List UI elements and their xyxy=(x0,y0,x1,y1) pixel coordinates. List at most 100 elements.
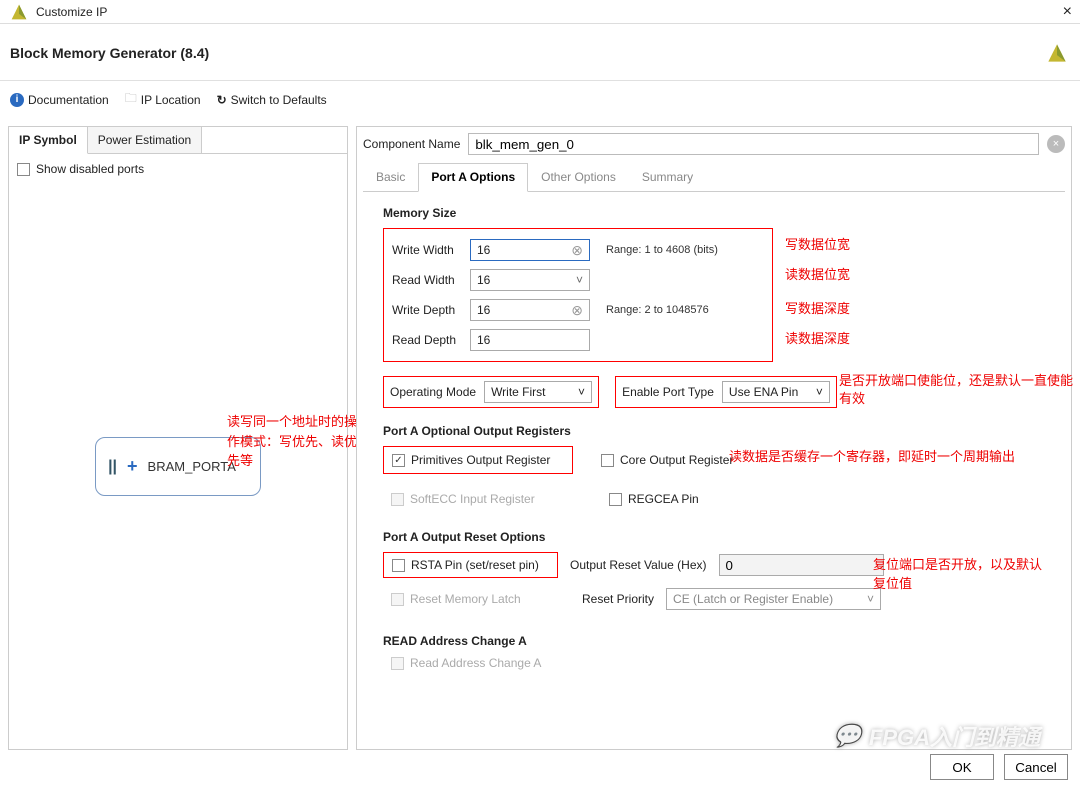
cancel-button[interactable]: Cancel xyxy=(1004,754,1068,780)
operating-mode-label: Operating Mode xyxy=(390,385,476,399)
annotation-write-width: 写数据位宽 xyxy=(785,234,850,253)
wechat-icon: 💬 xyxy=(833,723,860,749)
main: IP Symbol Power Estimation Show disabled… xyxy=(0,118,1080,758)
chevron-down-icon: ˅ xyxy=(867,592,874,606)
core-label: Core Output Register xyxy=(620,453,733,467)
tab-content: Memory Size Write Width 16⊗ Range: 1 to … xyxy=(363,192,1065,692)
left-panel: IP Symbol Power Estimation Show disabled… xyxy=(8,126,348,750)
annotation-opmode: 读写同一个地址时的操作模式：写优先、读优先等 xyxy=(227,412,357,471)
watermark: 💬 FPGA入门到精通 xyxy=(833,720,1040,752)
titlebar: Customize IP × xyxy=(0,0,1080,24)
ip-location-label: IP Location xyxy=(141,93,201,107)
read-depth-row: Read Depth 16 xyxy=(392,329,764,351)
write-width-label: Write Width xyxy=(392,243,462,257)
show-disabled-row: Show disabled ports xyxy=(9,154,347,184)
page-title: Block Memory Generator (8.4) xyxy=(10,45,209,61)
read-addr-label: Read Address Change A xyxy=(410,656,541,670)
reset-memory-latch-row: Reset Memory Latch xyxy=(383,592,570,606)
operating-mode-row: Operating Mode Write First˅ Enable Port … xyxy=(383,376,1045,408)
vendor-logo-icon xyxy=(1044,40,1070,66)
component-name-label: Component Name xyxy=(363,137,460,151)
optional-output-registers: Port A Optional Output Registers Primiti… xyxy=(383,424,1045,514)
app-logo-icon xyxy=(8,1,30,23)
read-width-select[interactable]: 16 xyxy=(470,269,590,291)
annotation-read-depth: 读数据深度 xyxy=(785,328,850,347)
read-depth-label: Read Depth xyxy=(392,333,462,347)
read-depth-input[interactable]: 16 xyxy=(470,329,590,351)
annotation-optreg: 读数据是否缓存一个寄存器，即延时一个周期输出 xyxy=(729,446,1015,465)
clear-icon[interactable]: × xyxy=(1047,135,1065,153)
clear-icon[interactable]: ⊗ xyxy=(571,242,583,259)
primitives-checkbox[interactable] xyxy=(392,454,405,467)
write-width-input[interactable]: 16⊗ xyxy=(470,239,590,261)
reset-priority-label: Reset Priority xyxy=(582,592,654,606)
port-lines-icon: || xyxy=(108,458,117,476)
ip-location-link[interactable]: 🗀 IP Location xyxy=(125,89,201,110)
info-icon: i xyxy=(10,93,24,107)
write-width-range: Range: 1 to 4608 (bits) xyxy=(606,244,718,256)
regcea-checkbox[interactable] xyxy=(609,493,622,506)
read-width-row: Read Width 16 xyxy=(392,269,764,291)
orv-input[interactable] xyxy=(719,554,884,576)
switch-defaults-label: Switch to Defaults xyxy=(231,93,327,107)
rml-label: Reset Memory Latch xyxy=(410,592,521,606)
read-addr-title: READ Address Change A xyxy=(383,634,1045,648)
reload-icon: ↻ xyxy=(217,93,227,107)
tab-basic[interactable]: Basic xyxy=(363,163,418,191)
bram-label: BRAM_PORTA xyxy=(148,459,236,474)
right-panel: Component Name × Basic Port A Options Ot… xyxy=(356,126,1072,750)
documentation-label: Documentation xyxy=(28,93,109,107)
tab-power-estimation[interactable]: Power Estimation xyxy=(88,127,202,153)
enable-port-label: Enable Port Type xyxy=(622,385,714,399)
footer-buttons: OK Cancel xyxy=(930,754,1068,780)
orv-label: Output Reset Value (Hex) xyxy=(570,558,707,572)
write-depth-range: Range: 2 to 1048576 xyxy=(606,304,709,316)
left-tabs: IP Symbol Power Estimation xyxy=(9,127,347,154)
switch-defaults-link[interactable]: ↻ Switch to Defaults xyxy=(217,89,327,110)
write-depth-label: Write Depth xyxy=(392,303,462,317)
tab-summary[interactable]: Summary xyxy=(629,163,706,191)
operating-mode-group: Operating Mode Write First˅ xyxy=(383,376,599,408)
rsta-row: RSTA Pin (set/reset pin) xyxy=(383,552,558,578)
annotation-enable: 是否开放端口使能位，还是默认一直使能有效 xyxy=(839,372,1079,408)
operating-mode-select[interactable]: Write First˅ xyxy=(484,381,592,403)
show-disabled-label: Show disabled ports xyxy=(36,162,144,176)
primitives-out-reg-row: Primitives Output Register xyxy=(383,446,573,474)
reset-opt-title: Port A Output Reset Options xyxy=(383,530,1045,544)
clear-icon[interactable]: ⊗ xyxy=(571,302,583,319)
chevron-down-icon: ˅ xyxy=(578,385,585,399)
write-depth-input[interactable]: 16⊗ xyxy=(470,299,590,321)
write-width-row: Write Width 16⊗ Range: 1 to 4608 (bits) xyxy=(392,239,764,261)
memory-size-title: Memory Size xyxy=(383,206,1045,220)
enable-port-group: Enable Port Type Use ENA Pin˅ xyxy=(615,376,837,408)
component-name-row: Component Name × xyxy=(363,133,1065,155)
right-tabs: Basic Port A Options Other Options Summa… xyxy=(363,163,1065,192)
watermark-text: FPGA入门到精通 xyxy=(869,720,1040,752)
rsta-checkbox[interactable] xyxy=(392,559,405,572)
symbol-area: || + BRAM_PORTA 读写同一个地址时的操作模式：写优先、读优先等 xyxy=(9,184,347,749)
show-disabled-checkbox[interactable] xyxy=(17,163,30,176)
ok-button[interactable]: OK xyxy=(930,754,994,780)
plus-icon: + xyxy=(127,456,138,477)
reset-priority-select[interactable]: CE (Latch or Register Enable)˅ xyxy=(666,588,881,610)
output-reset-options: Port A Output Reset Options RSTA Pin (se… xyxy=(383,530,1045,610)
close-icon[interactable]: × xyxy=(1063,3,1072,21)
softecc-label: SoftECC Input Register xyxy=(410,492,535,506)
memory-size-group: Write Width 16⊗ Range: 1 to 4608 (bits) … xyxy=(383,228,773,362)
core-checkbox[interactable] xyxy=(601,454,614,467)
annotation-write-depth: 写数据深度 xyxy=(785,298,850,317)
softecc-row: SoftECC Input Register xyxy=(383,492,581,506)
tab-ip-symbol[interactable]: IP Symbol xyxy=(9,127,88,154)
softecc-checkbox xyxy=(391,493,404,506)
read-addr-checkbox xyxy=(391,657,404,670)
primitives-label: Primitives Output Register xyxy=(411,453,550,467)
enable-port-select[interactable]: Use ENA Pin˅ xyxy=(722,381,830,403)
write-depth-row: Write Depth 16⊗ Range: 2 to 1048576 xyxy=(392,299,764,321)
read-address-change: READ Address Change A Read Address Chang… xyxy=(383,634,1045,670)
regcea-row: REGCEA Pin xyxy=(609,492,699,506)
documentation-link[interactable]: i Documentation xyxy=(10,89,109,110)
tab-other-options[interactable]: Other Options xyxy=(528,163,629,191)
window-title: Customize IP xyxy=(36,5,107,19)
component-name-input[interactable] xyxy=(468,133,1039,155)
tab-port-a-options[interactable]: Port A Options xyxy=(418,163,528,192)
